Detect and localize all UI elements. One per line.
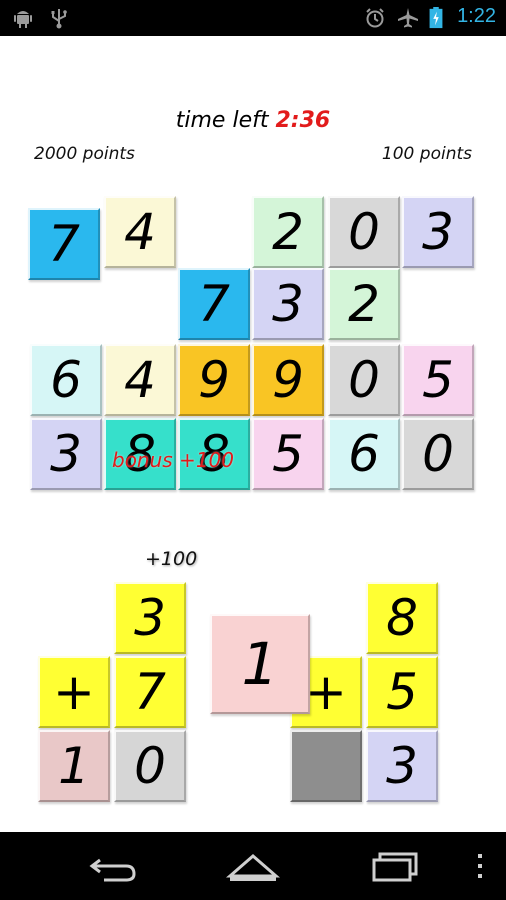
answer-tile[interactable]: 1 <box>38 730 110 802</box>
equation-tile[interactable]: 3 <box>114 582 186 654</box>
navigation-bar <box>0 832 506 900</box>
equation-tile[interactable]: 7 <box>114 656 186 728</box>
android-icon <box>14 11 32 28</box>
back-icon[interactable] <box>84 846 140 886</box>
status-bar: 1:22 <box>0 0 506 36</box>
time-left-label: time left <box>175 108 269 133</box>
answer-tile[interactable]: 3 <box>366 730 438 802</box>
board-tile[interactable]: 3 <box>402 196 474 268</box>
equation-points-label: +100 <box>145 548 198 570</box>
board-tile[interactable]: 7 <box>178 268 250 340</box>
battery-charging-icon <box>429 7 443 29</box>
time-left-row: time left 2:36 <box>0 108 506 133</box>
empty-answer-slot[interactable] <box>290 730 362 802</box>
board-tile[interactable]: 0 <box>328 344 400 416</box>
status-clock: 1:22 <box>457 5 496 27</box>
board-tile[interactable]: 6 <box>30 344 102 416</box>
airplane-mode-icon <box>398 8 418 28</box>
board-tile[interactable]: 9 <box>252 344 324 416</box>
recent-apps-icon[interactable] <box>366 846 424 886</box>
current-number-tile[interactable]: 1 <box>210 614 310 714</box>
board-tile[interactable]: 2 <box>252 196 324 268</box>
board-tile[interactable]: 6 <box>328 418 400 490</box>
player-score: 2000 points <box>34 144 135 164</box>
round-score: 100 points <box>381 144 472 164</box>
home-icon[interactable] <box>224 846 282 886</box>
board-tile[interactable]: 4 <box>104 344 176 416</box>
board-tile[interactable]: 7 <box>28 208 100 280</box>
alarm-icon <box>366 8 384 28</box>
board-tile[interactable]: 9 <box>178 344 250 416</box>
board-tile[interactable]: 0 <box>402 418 474 490</box>
board-tile[interactable]: 3 <box>252 268 324 340</box>
board-tile[interactable]: 5 <box>252 418 324 490</box>
board-tile[interactable]: 2 <box>328 268 400 340</box>
board-tile[interactable]: 5 <box>402 344 474 416</box>
equation-operator-tile[interactable]: + <box>38 656 110 728</box>
time-left-value: 2:36 <box>275 108 331 133</box>
board-tile[interactable]: 4 <box>104 196 176 268</box>
overflow-menu-icon[interactable] <box>470 846 490 886</box>
equation-tile[interactable]: 5 <box>366 656 438 728</box>
board-tile[interactable]: 3 <box>30 418 102 490</box>
bonus-label: bonus +100 <box>112 448 234 472</box>
answer-tile[interactable]: 0 <box>114 730 186 802</box>
usb-icon <box>51 9 67 29</box>
equation-tile[interactable]: 8 <box>366 582 438 654</box>
board-tile[interactable]: 0 <box>328 196 400 268</box>
